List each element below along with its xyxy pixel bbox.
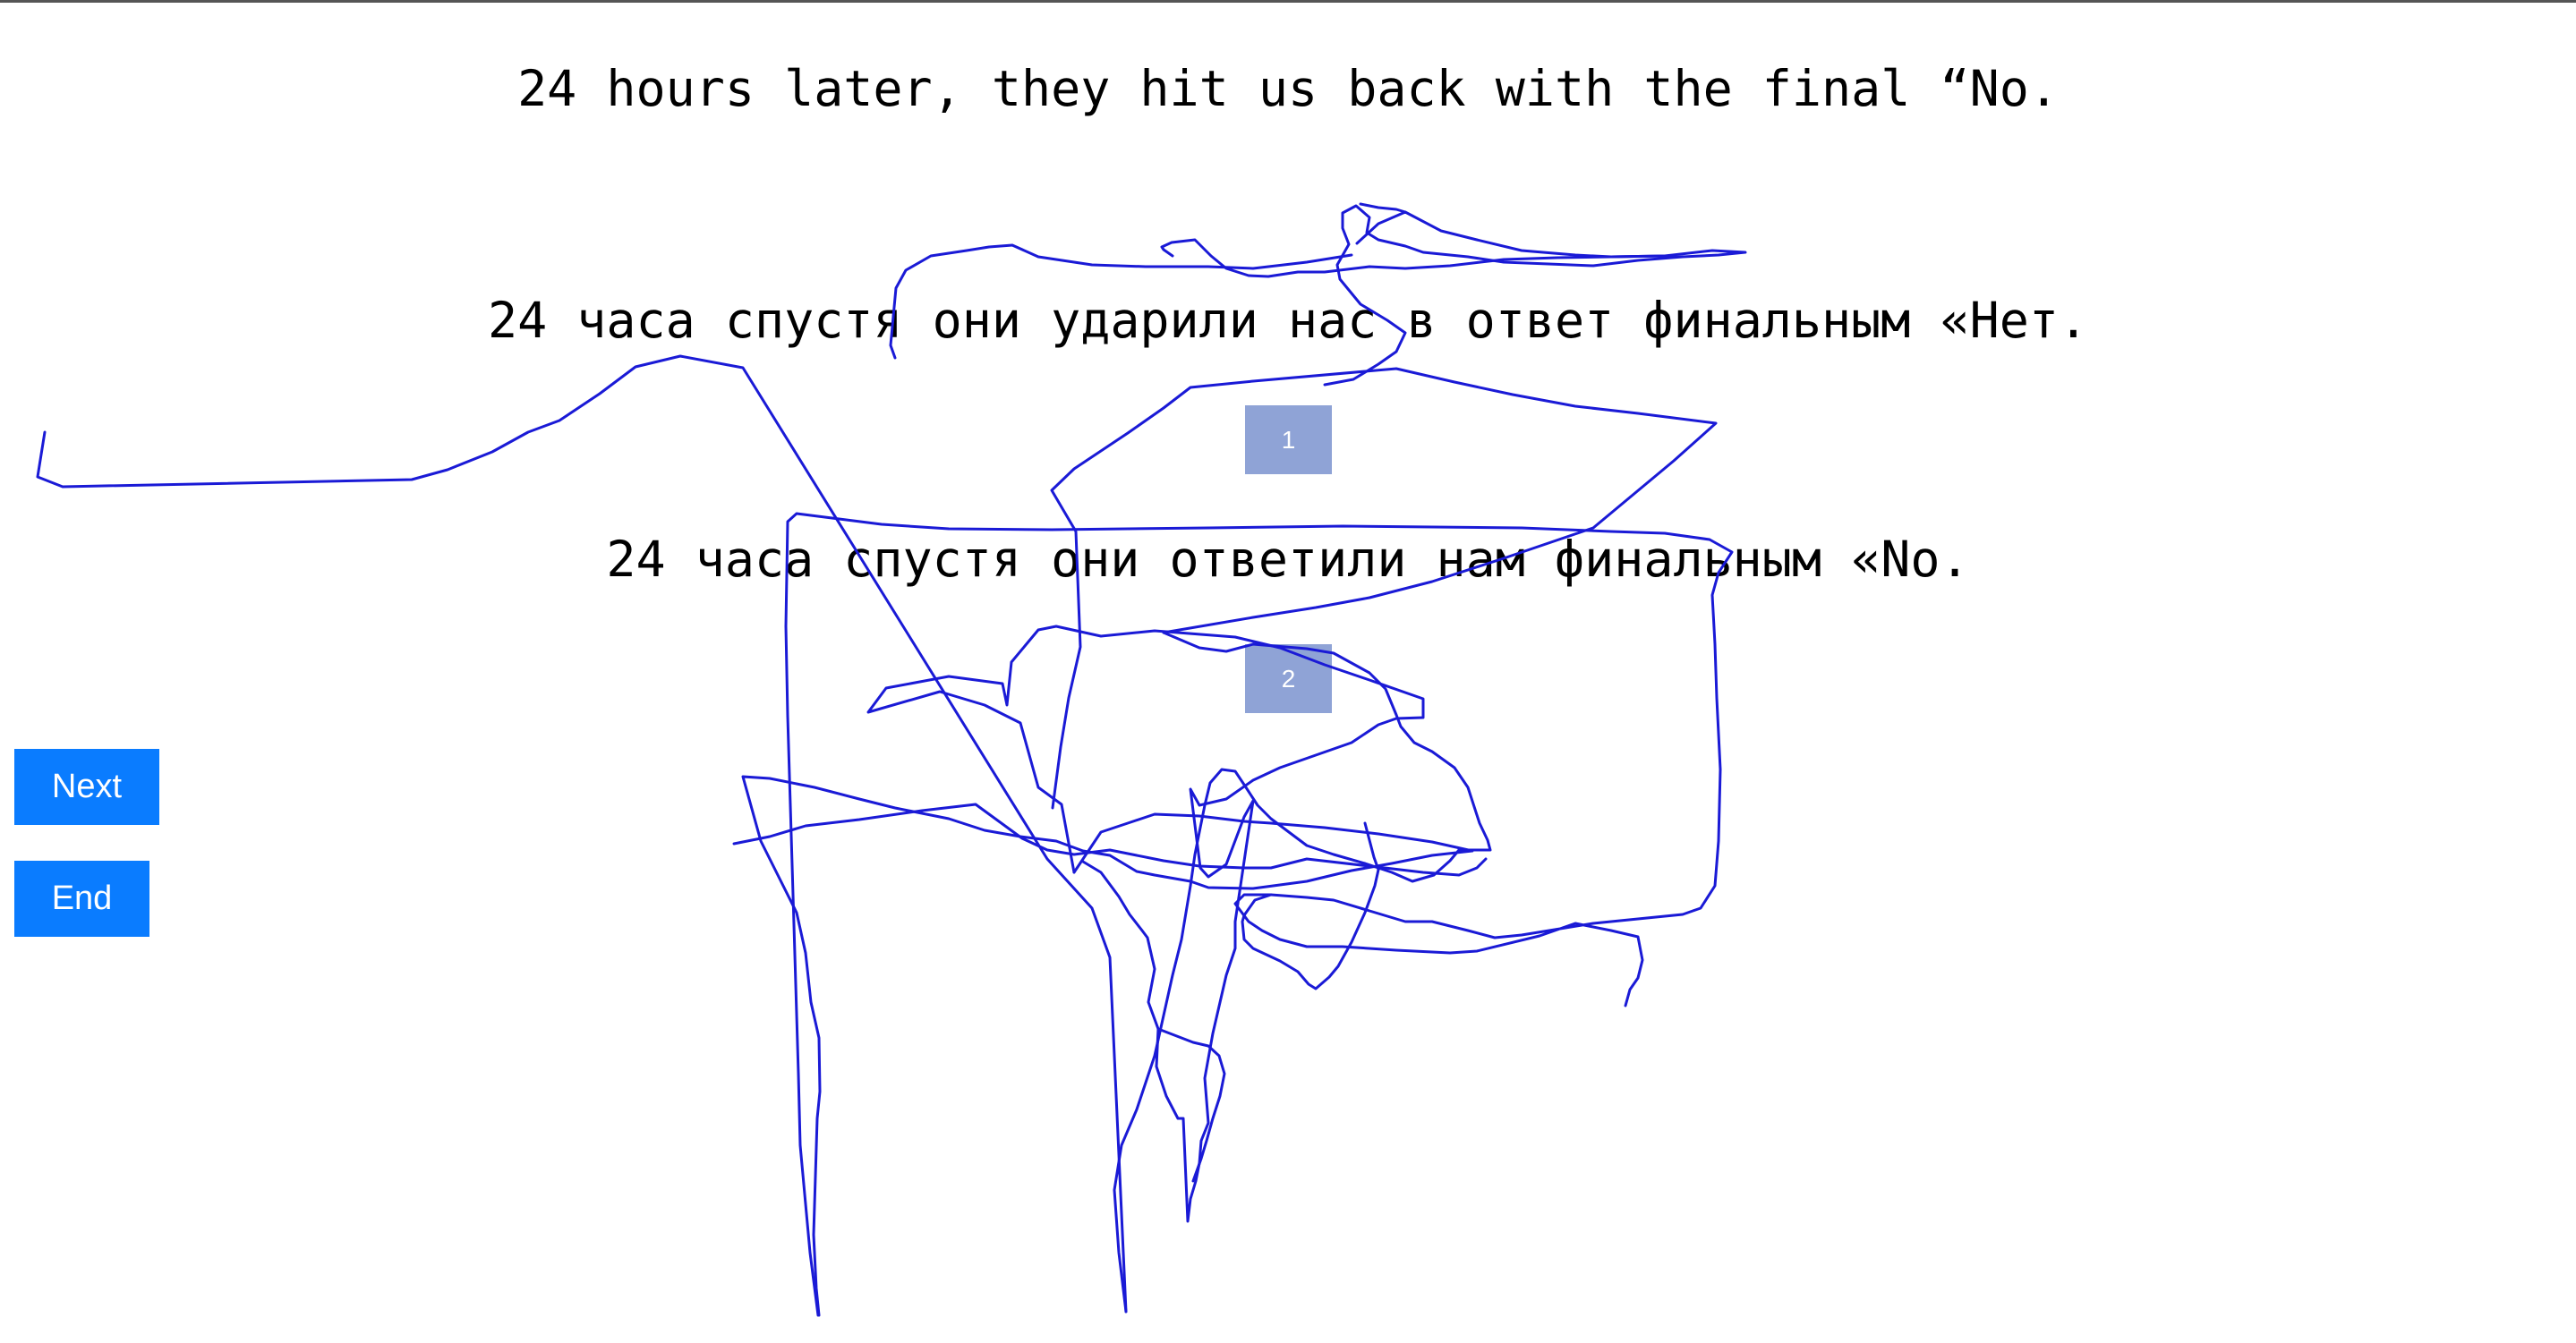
scribble-stroke [36,354,1128,1313]
scribble-stroke [732,803,1488,877]
scribble-stroke [1050,367,1718,810]
translation-sentence-1: 24 часа спустя они ударили нас в ответ ф… [487,292,2089,349]
scribble-stroke [784,512,1053,1317]
scribble-stroke [1156,1027,1226,1183]
scribble-stroke [866,625,1425,1223]
next-button[interactable]: Next [14,749,159,825]
scribble-stroke [1113,631,1492,1313]
end-button[interactable]: End [14,861,149,937]
scribble-stroke [1241,821,1380,990]
scribble-stroke [1160,238,1667,278]
scribble-stroke [1359,202,1407,214]
top-border [0,0,2576,3]
translation-sentence-2: 24 часа спустя они ответили нам финальны… [606,531,1970,588]
choice-2-button[interactable]: 2 [1245,644,1332,713]
source-sentence: 24 hours later, they hit us back with th… [517,60,2059,117]
scribble-stroke [741,775,1474,1317]
choice-1-button[interactable]: 1 [1245,405,1332,474]
scribble-stroke [1050,524,1734,1007]
